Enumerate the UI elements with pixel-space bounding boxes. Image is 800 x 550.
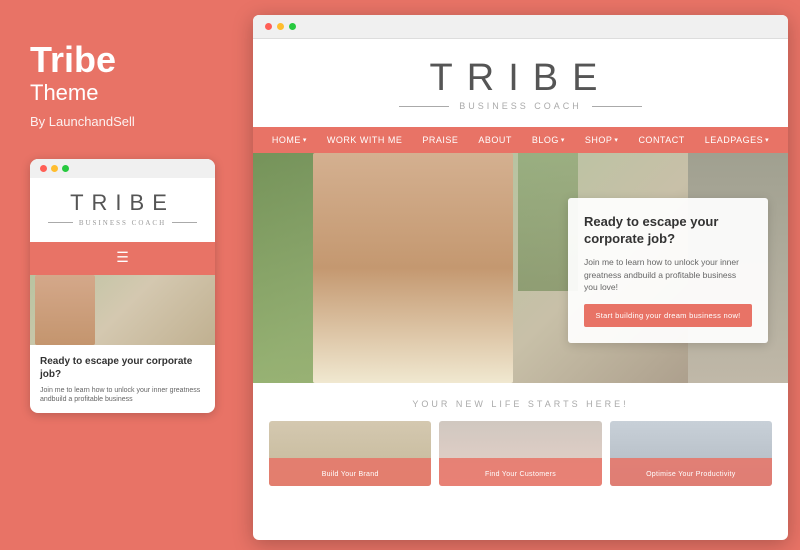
hamburger-icon[interactable]: ☰	[116, 250, 129, 267]
card-img-3: Optimise Your Productivity	[610, 421, 772, 486]
browser-dot-yellow	[277, 23, 284, 30]
bottom-section: YOUR NEW LIFE STARTS HERE! Build Your Br…	[253, 383, 788, 496]
nav-shop[interactable]: SHOP ▾	[575, 127, 629, 153]
hero-cta-title: Ready to escape your corporate job?	[584, 214, 752, 248]
hero-section: Ready to escape your corporate job? Join…	[253, 153, 788, 383]
desktop-tribe-logo: TRIBE	[263, 59, 778, 97]
card-label-bar-1: Build Your Brand	[269, 458, 431, 486]
mobile-logo-area: TRIBE BUSINESS COACH	[30, 178, 215, 242]
hero-person	[313, 153, 513, 383]
desktop-header: TRIBE BUSINESS COACH	[253, 39, 788, 127]
nav-home-arrow: ▾	[303, 136, 307, 144]
nav-about[interactable]: ABOUT	[468, 127, 522, 153]
card-optimise-productivity[interactable]: Optimise Your Productivity	[610, 421, 772, 486]
dot-yellow	[51, 165, 58, 172]
nav-shop-arrow: ▾	[614, 136, 618, 144]
card-label-text-3: Optimise Your Productivity	[646, 471, 736, 478]
theme-title: Tribe	[30, 40, 220, 80]
card-label-text-1: Build Your Brand	[322, 471, 379, 478]
mobile-preview: TRIBE BUSINESS COACH ☰ Ready to escape y…	[30, 159, 215, 414]
desktop-logo-divider: BUSINESS COACH	[263, 101, 778, 111]
divider-line-left	[48, 222, 73, 223]
browser-window: TRIBE BUSINESS COACH HOME ▾ WORK WITH ME…	[253, 15, 788, 540]
nav-blog-arrow: ▾	[561, 136, 565, 144]
card-label-bar-3: Optimise Your Productivity	[610, 458, 772, 486]
card-label-bar-2: Find Your Customers	[439, 458, 601, 486]
by-line: By LaunchandSell	[30, 114, 220, 129]
desktop-tagline: BUSINESS COACH	[459, 101, 582, 111]
hero-cta-button[interactable]: Start building your dream business now!	[584, 304, 752, 327]
card-build-your-brand[interactable]: Build Your Brand	[269, 421, 431, 486]
nav-leadpages[interactable]: LEADPAGES ▾	[695, 127, 779, 153]
hero-cta-text: Join me to learn how to unlock your inne…	[584, 256, 752, 294]
browser-dot-red	[265, 23, 272, 30]
mobile-hero-person	[35, 275, 95, 345]
browser-chrome	[253, 15, 788, 39]
mobile-tagline: BUSINESS COACH	[79, 219, 166, 227]
card-row: Build Your Brand Find Your Customers Opt…	[269, 421, 772, 486]
nav-leadpages-arrow: ▾	[765, 136, 769, 144]
mobile-hero-image	[30, 275, 215, 345]
card-img-1: Build Your Brand	[269, 421, 431, 486]
theme-subtitle: Theme	[30, 80, 220, 106]
card-find-your-customers[interactable]: Find Your Customers	[439, 421, 601, 486]
card-img-2: Find Your Customers	[439, 421, 601, 486]
nav-blog[interactable]: BLOG ▾	[522, 127, 575, 153]
mobile-body-text: Join me to learn how to unlock your inne…	[40, 386, 205, 406]
nav-home[interactable]: HOME ▾	[262, 127, 317, 153]
nav-work-with-me[interactable]: WORK WITH ME	[317, 127, 413, 153]
mobile-browser-bar	[30, 159, 215, 178]
desktop-divider-right	[592, 106, 642, 107]
section-label: YOUR NEW LIFE STARTS HERE!	[269, 399, 772, 409]
mobile-text-box: Ready to escape your corporate job? Join…	[30, 345, 215, 414]
mobile-logo-divider: BUSINESS COACH	[40, 219, 205, 227]
hero-cta-box: Ready to escape your corporate job? Join…	[568, 198, 768, 343]
dot-red	[40, 165, 47, 172]
mobile-heading: Ready to escape your corporate job?	[40, 355, 205, 381]
nav-contact[interactable]: CONTACT	[628, 127, 694, 153]
mobile-nav-bar: ☰	[30, 242, 215, 275]
browser-dot-green	[289, 23, 296, 30]
dot-green	[62, 165, 69, 172]
divider-line-right	[172, 222, 197, 223]
mobile-tribe-logo: TRIBE	[40, 190, 205, 216]
nav-praise[interactable]: PRAISE	[412, 127, 468, 153]
desktop-divider-left	[399, 106, 449, 107]
left-panel: Tribe Theme By LaunchandSell TRIBE BUSIN…	[0, 0, 250, 550]
card-label-text-2: Find Your Customers	[485, 471, 556, 478]
desktop-nav: HOME ▾ WORK WITH ME PRAISE ABOUT BLOG ▾ …	[253, 127, 788, 153]
